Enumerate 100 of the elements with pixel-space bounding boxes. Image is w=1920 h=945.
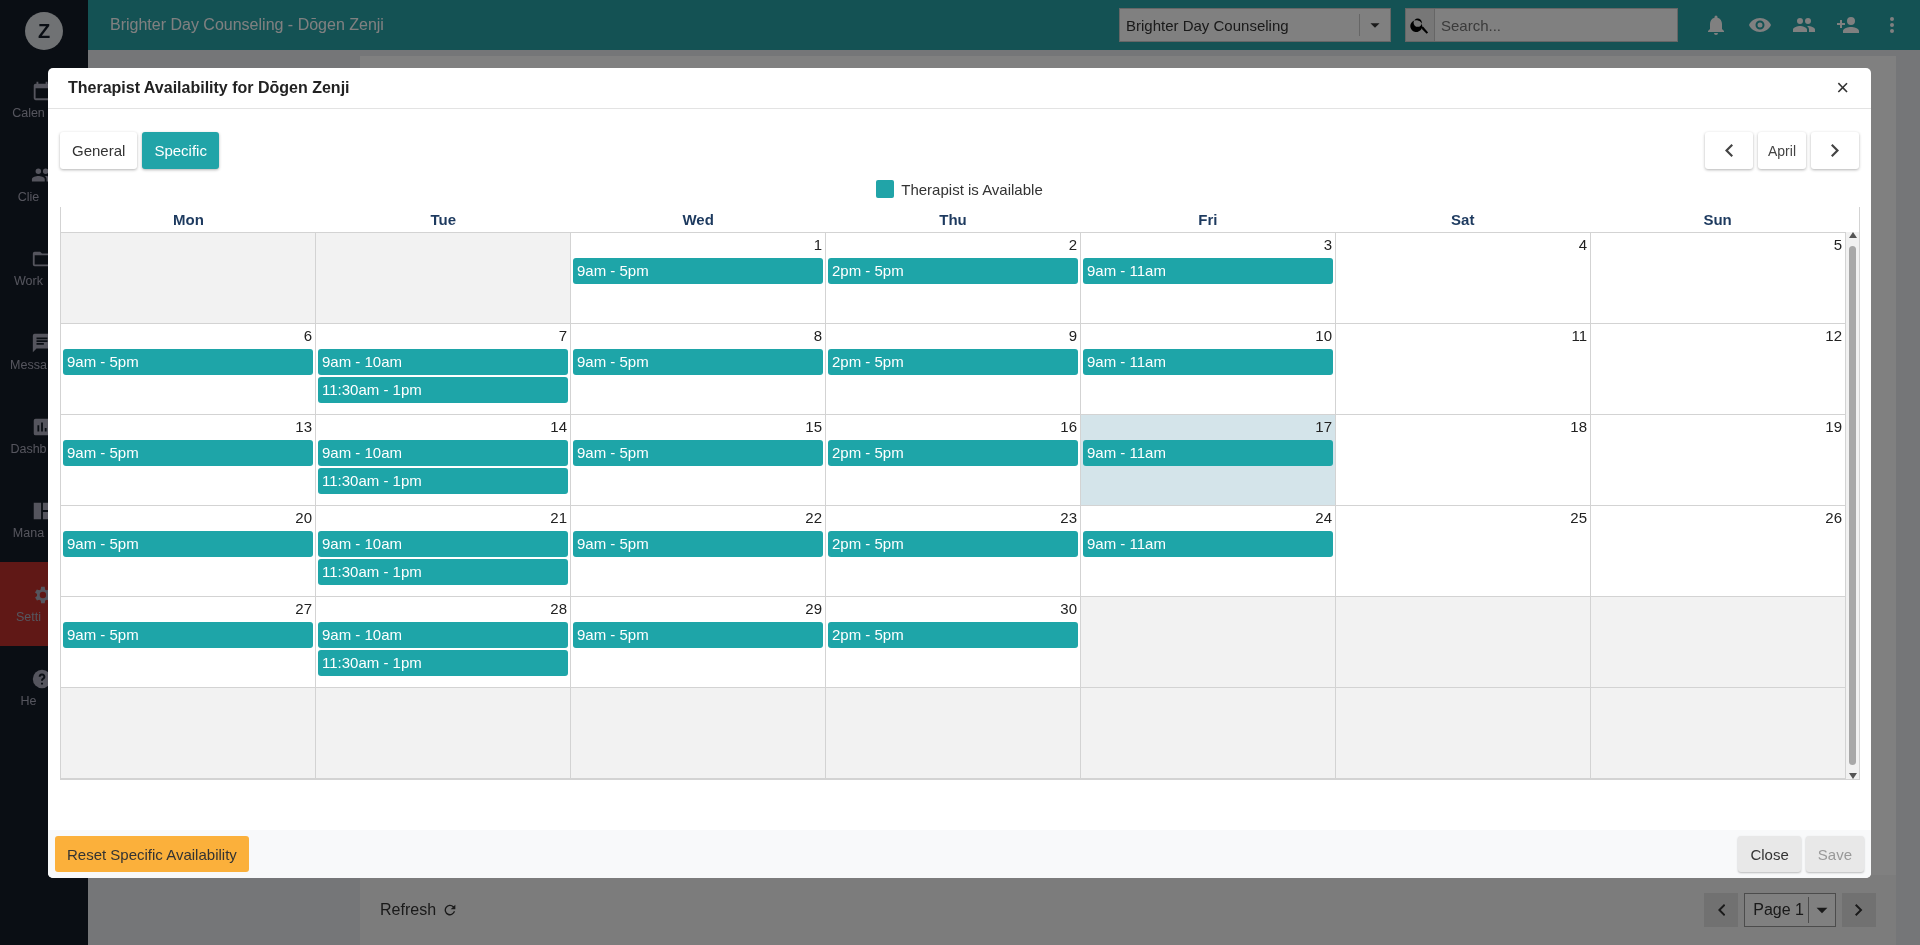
weekday-header: Wed (681, 211, 715, 228)
day-cell[interactable]: 18 (1336, 415, 1591, 506)
dialog-title: Therapist Availability for Dōgen Zenji (68, 79, 351, 97)
day-number: 14 (550, 417, 568, 437)
day-cell[interactable]: 26 (1591, 506, 1846, 597)
day-cell[interactable]: 27 9am - 5pm (61, 597, 316, 688)
availability-event[interactable]: 11:30am - 1pm (318, 377, 568, 403)
day-cell[interactable]: 17 9am - 11am (1081, 415, 1336, 506)
day-cell[interactable]: 3 9am - 11am (1081, 233, 1336, 324)
day-number: 7 (558, 326, 568, 346)
availability-event[interactable]: 9am - 5pm (63, 531, 313, 557)
day-number: 11 (1571, 326, 1588, 346)
day-cell[interactable]: 8 9am - 5pm (571, 324, 826, 415)
day-number: 26 (1825, 508, 1843, 528)
day-number: 2 (1068, 235, 1078, 255)
day-cell[interactable]: 28 9am - 10am 11:30am - 1pm (316, 597, 571, 688)
day-cell[interactable]: 15 9am - 5pm (571, 415, 826, 506)
availability-event[interactable]: 9am - 10am (318, 531, 568, 557)
search-button[interactable] (1405, 8, 1435, 42)
availability-event[interactable]: 9am - 5pm (573, 258, 823, 284)
availability-event[interactable]: 9am - 5pm (573, 622, 823, 648)
previous-page-button[interactable] (1704, 893, 1739, 927)
day-cell[interactable]: 1 9am - 5pm (571, 233, 826, 324)
day-cell[interactable]: 16 2pm - 5pm (826, 415, 1081, 506)
refresh-link[interactable]: Refresh (380, 901, 437, 919)
day-number: 13 (295, 417, 313, 437)
availability-event[interactable]: 9am - 5pm (63, 622, 313, 648)
day-number: 8 (813, 326, 823, 346)
reset-button[interactable]: Reset Specific Availability (55, 836, 249, 872)
page-title: Brighter Day Counseling - Dōgen Zenji (109, 16, 385, 34)
day-cell[interactable]: 7 9am - 10am 11:30am - 1pm (316, 324, 571, 415)
availability-event[interactable]: 9am - 11am (1083, 349, 1333, 375)
availability-event[interactable]: 9am - 5pm (63, 440, 313, 466)
day-number: 28 (550, 599, 568, 619)
previous-month-button[interactable] (1705, 132, 1753, 169)
footer-button[interactable]: Close (1738, 836, 1801, 872)
day-cell[interactable]: 24 9am - 11am (1081, 506, 1336, 597)
day-cell[interactable]: 19 (1591, 415, 1846, 506)
day-cell[interactable]: 13 9am - 5pm (61, 415, 316, 506)
weekday-header: Thu (938, 211, 968, 228)
day-number: 15 (805, 417, 823, 437)
availability-event[interactable]: 9am - 10am (318, 349, 568, 375)
day-number: 9 (1068, 326, 1078, 346)
availability-event[interactable]: 11:30am - 1pm (318, 559, 568, 585)
app-logo[interactable]: Z (25, 12, 63, 50)
day-cell[interactable]: 10 9am - 11am (1081, 324, 1336, 415)
availability-event[interactable]: 2pm - 5pm (828, 531, 1078, 557)
availability-event[interactable]: 9am - 5pm (573, 440, 823, 466)
availability-event[interactable]: 9am - 5pm (573, 349, 823, 375)
day-number: 24 (1315, 508, 1333, 528)
day-cell[interactable]: 25 (1336, 506, 1591, 597)
page-select[interactable]: Page 1 (1744, 893, 1836, 927)
scrollbar[interactable] (1846, 232, 1859, 779)
weekday-header: Tue (429, 211, 458, 228)
day-number: 6 (303, 326, 313, 346)
scroll-up-icon[interactable] (1848, 232, 1857, 238)
day-number: 12 (1825, 326, 1843, 346)
availability-event[interactable]: 9am - 5pm (63, 349, 313, 375)
next-month-button[interactable] (1811, 132, 1859, 169)
month-button[interactable]: April (1758, 132, 1806, 169)
availability-event[interactable]: 9am - 10am (318, 622, 568, 648)
day-cell[interactable]: 14 9am - 10am 11:30am - 1pm (316, 415, 571, 506)
availability-event[interactable]: 9am - 10am (318, 440, 568, 466)
legend-label: Therapist is Available (901, 180, 1043, 198)
chevron-right-icon (1855, 904, 1863, 916)
day-cell[interactable]: 22 9am - 5pm (571, 506, 826, 597)
day-cell[interactable]: 21 9am - 10am 11:30am - 1pm (316, 506, 571, 597)
day-cell[interactable]: 9 2pm - 5pm (826, 324, 1081, 415)
day-cell[interactable]: 29 9am - 5pm (571, 597, 826, 688)
availability-event[interactable]: 2pm - 5pm (828, 349, 1078, 375)
day-number: 27 (295, 599, 313, 619)
weekday-header: Sun (1702, 211, 1733, 228)
day-cell[interactable]: 6 9am - 5pm (61, 324, 316, 415)
availability-event[interactable]: 11:30am - 1pm (318, 650, 568, 676)
search-field[interactable]: Search... (1435, 8, 1678, 42)
availability-event[interactable]: 11:30am - 1pm (318, 468, 568, 494)
next-page-button[interactable] (1842, 893, 1876, 927)
availability-event[interactable]: 2pm - 5pm (828, 622, 1078, 648)
day-cell[interactable]: 5 (1591, 233, 1846, 324)
availability-event[interactable]: 9am - 11am (1083, 258, 1333, 284)
day-number: 16 (1060, 417, 1078, 437)
day-number: 22 (805, 508, 823, 528)
day-number: 10 (1315, 326, 1333, 346)
day-cell[interactable]: 4 (1336, 233, 1591, 324)
tab[interactable]: Specific (142, 132, 219, 169)
day-cell[interactable]: 30 2pm - 5pm (826, 597, 1081, 688)
availability-event[interactable]: 9am - 5pm (573, 531, 823, 557)
tab[interactable]: General (60, 132, 138, 169)
close-button[interactable]: × (1834, 77, 1851, 99)
day-cell[interactable]: 20 9am - 5pm (61, 506, 316, 597)
availability-event[interactable]: 9am - 11am (1083, 531, 1333, 557)
availability-event[interactable]: 2pm - 5pm (828, 440, 1078, 466)
day-cell[interactable]: 23 2pm - 5pm (826, 506, 1081, 597)
day-cell[interactable]: 12 (1591, 324, 1846, 415)
day-cell[interactable]: 2 2pm - 5pm (826, 233, 1081, 324)
availability-event[interactable]: 2pm - 5pm (828, 258, 1078, 284)
scroll-down-icon[interactable] (1848, 773, 1857, 779)
availability-event[interactable]: 9am - 11am (1083, 440, 1333, 466)
day-cell[interactable]: 11 (1336, 324, 1591, 415)
practice-select[interactable]: Brighter Day Counseling (1119, 8, 1391, 42)
